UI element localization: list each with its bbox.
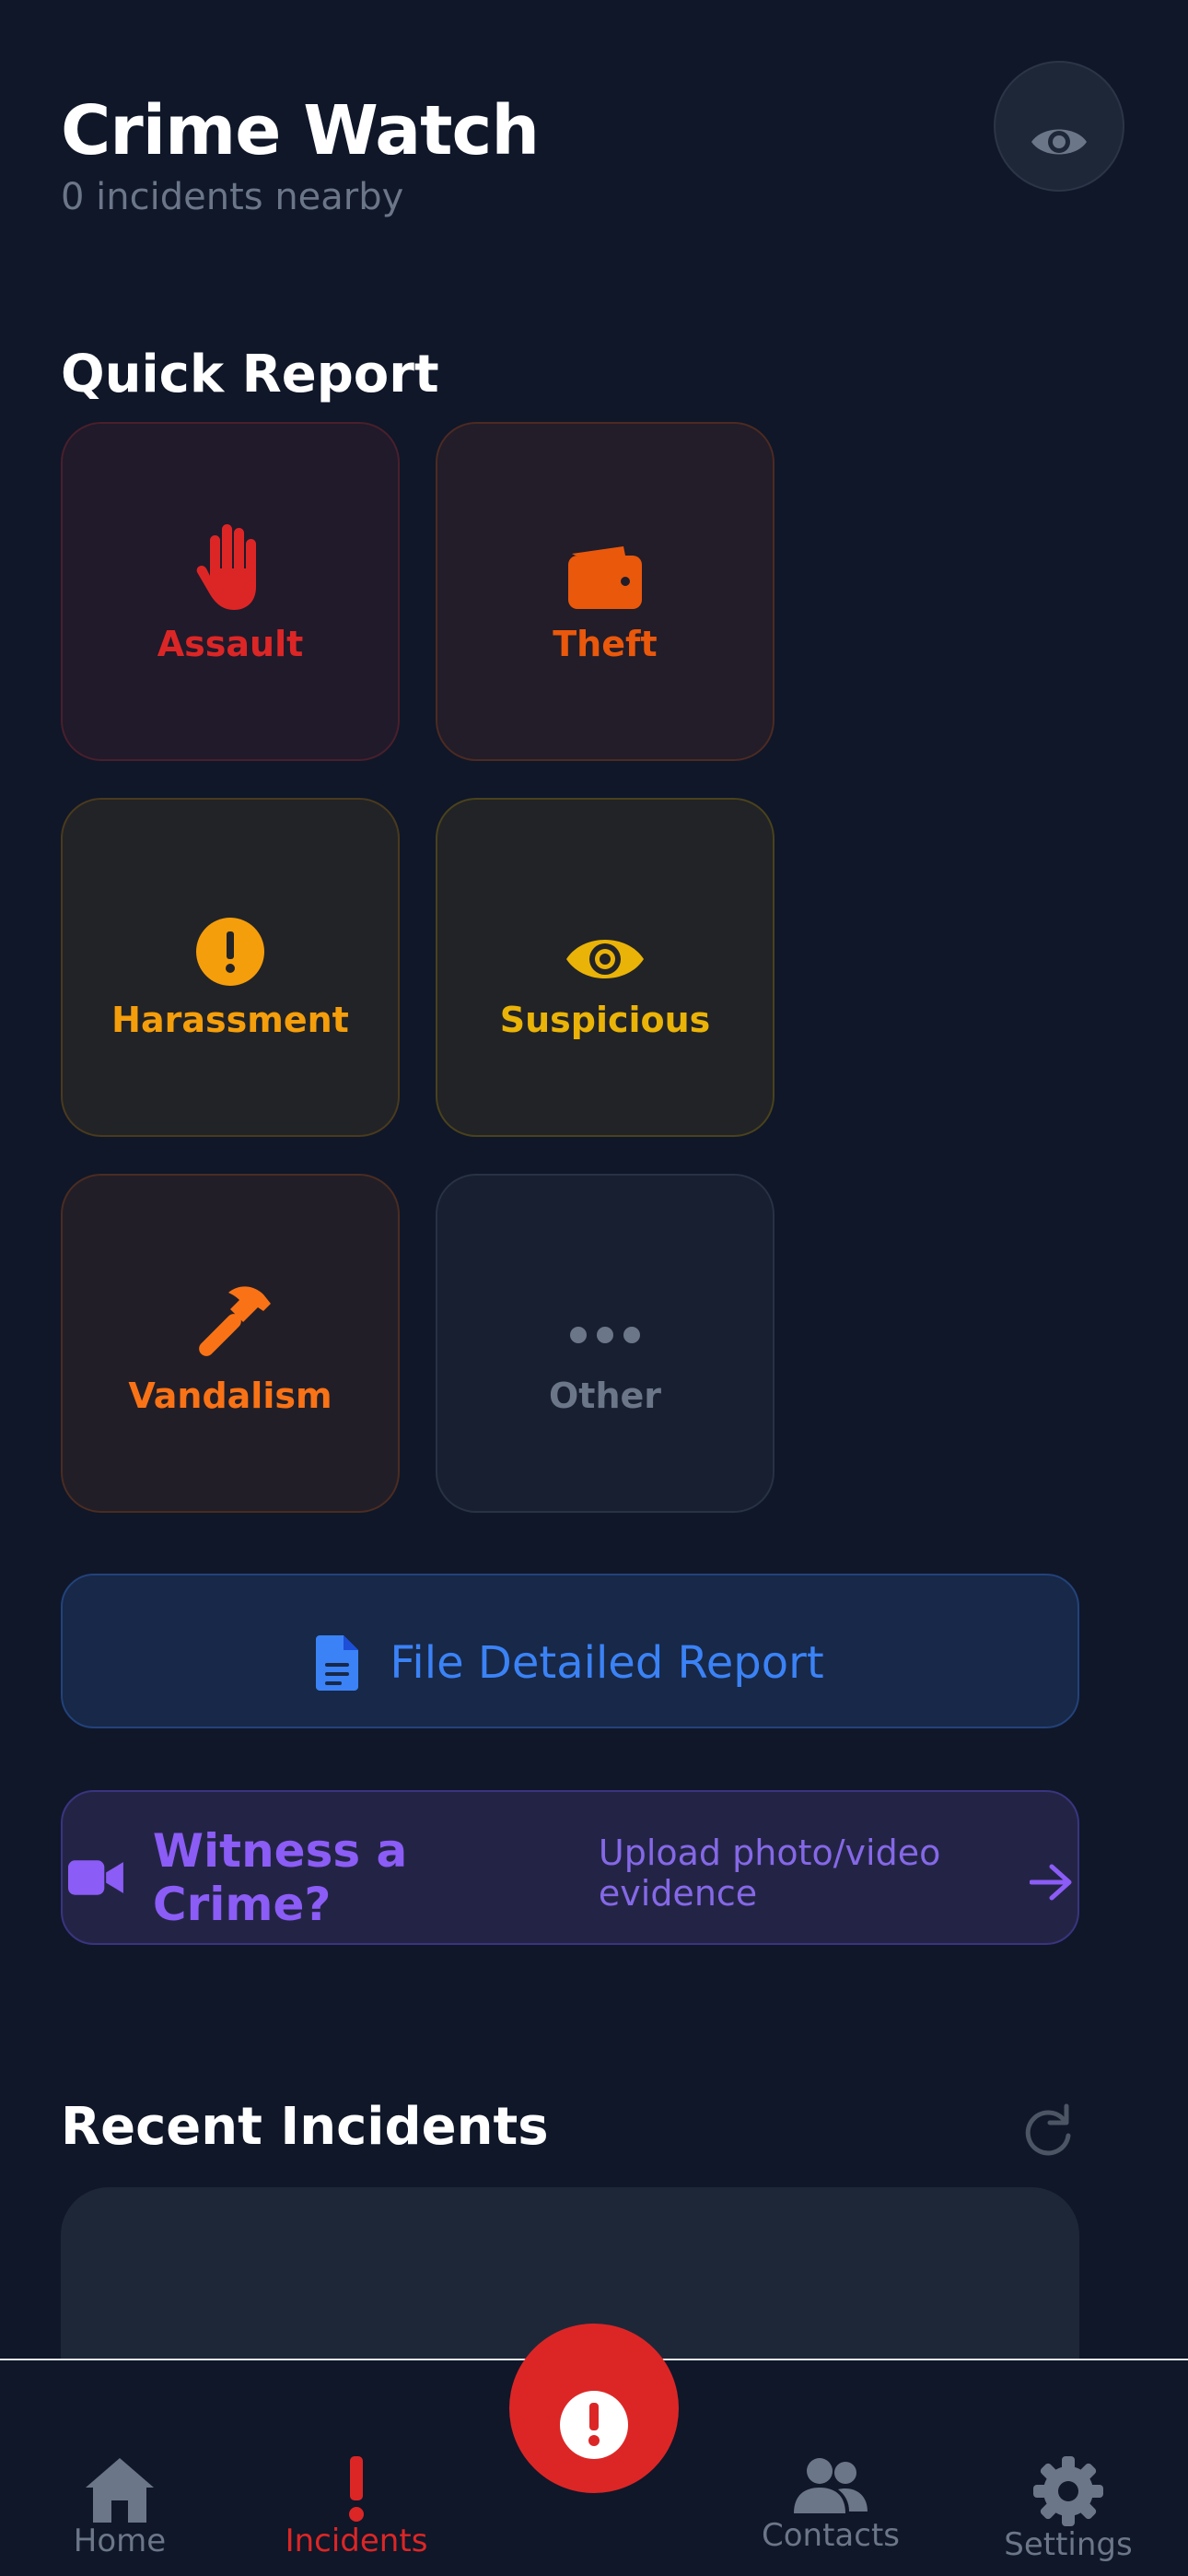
alert-icon [560, 2391, 628, 2459]
nav-label: Incidents [285, 2523, 428, 2559]
nav-incidents[interactable]: Incidents [255, 2456, 458, 2559]
nav-home[interactable]: Home [18, 2456, 221, 2559]
report-suspicious-button[interactable]: Suspicious [436, 798, 775, 1137]
recent-incidents-title: Recent Incidents [61, 2097, 549, 2157]
witness-title: Witness a Crime? [152, 1824, 408, 1931]
report-harassment-button[interactable]: Harassment [61, 798, 400, 1137]
page-title: Crime Watch [61, 91, 540, 170]
eye-icon [566, 940, 644, 978]
report-assault-button[interactable]: Assault [61, 422, 400, 761]
nav-contacts[interactable]: Contacts [729, 2456, 932, 2554]
nav-settings[interactable]: Settings [967, 2456, 1170, 2563]
gear-icon [1033, 2456, 1103, 2526]
report-vandalism-button[interactable]: Vandalism [61, 1174, 400, 1513]
quick-report-title: Quick Report [61, 345, 439, 404]
refresh-icon [1025, 2103, 1071, 2156]
file-detailed-report-button[interactable]: File Detailed Report [61, 1574, 1079, 1728]
refresh-button[interactable] [1022, 2102, 1074, 2161]
hand-icon [196, 524, 256, 610]
tile-label: Other [548, 1376, 662, 1416]
tile-label: Vandalism [128, 1376, 332, 1416]
tile-label: Theft [553, 624, 658, 664]
document-icon [316, 1635, 359, 1691]
nav-label: Settings [1004, 2526, 1133, 2563]
sos-alert-button[interactable] [509, 2324, 679, 2493]
wallet-icon [568, 546, 642, 609]
exclamation-circle-icon [196, 918, 264, 986]
home-icon [86, 2458, 154, 2523]
eye-icon [1031, 129, 1087, 155]
report-other-button[interactable]: Other [436, 1174, 775, 1513]
arrow-right-icon [1030, 1864, 1072, 1901]
tile-label: Assault [157, 624, 304, 664]
file-detailed-report-label: File Detailed Report [390, 1637, 824, 1689]
report-theft-button[interactable]: Theft [436, 422, 775, 761]
visibility-toggle-button[interactable] [994, 61, 1124, 192]
ellipsis-icon [570, 1327, 640, 1343]
nav-label: Home [73, 2523, 167, 2559]
witness-subtitle: Upload photo/video evidence [598, 1832, 941, 1914]
header: Crime Watch 0 incidents nearby [61, 88, 540, 221]
tile-label: Suspicious [499, 1000, 711, 1040]
tile-label: Harassment [111, 1000, 349, 1040]
incidents-count: 0 incidents nearby [61, 176, 404, 218]
video-camera-icon [68, 1860, 123, 1895]
exclamation-icon [349, 2456, 364, 2522]
witness-crime-button[interactable]: Witness a Crime? Upload photo/video evid… [61, 1790, 1079, 1945]
nav-label: Contacts [762, 2517, 900, 2554]
hammer-icon [199, 1286, 271, 1356]
users-icon [794, 2458, 868, 2513]
